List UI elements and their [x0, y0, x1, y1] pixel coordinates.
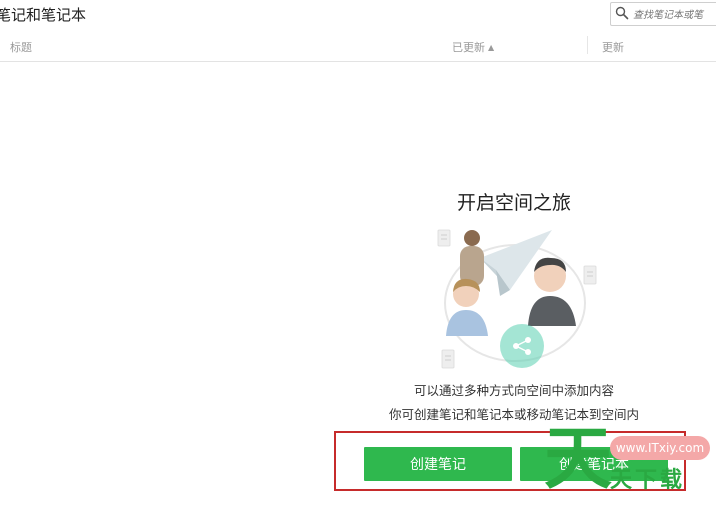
search-box[interactable]: [610, 2, 716, 26]
page-title: 笔记和笔记本: [0, 6, 87, 24]
empty-state-title: 开启空间之旅: [456, 192, 571, 214]
table-header: 标题 已更新 ▲ 更新: [0, 31, 716, 62]
empty-state-description-line1: 可以通过多种方式向空间中添加内容: [413, 383, 614, 398]
create-note-button[interactable]: 创建笔记: [364, 447, 512, 481]
sort-up-icon: ▲: [488, 43, 495, 52]
empty-state-description-line2: 你可创建笔记和笔记本或移动笔记本到空间内: [388, 407, 639, 422]
people-paper-plane-share-illustration: [437, 229, 597, 369]
column-updated-secondary[interactable]: 更新: [602, 39, 624, 55]
column-updated[interactable]: 已更新 ▲: [452, 39, 494, 55]
create-notebook-button[interactable]: 创建笔记本: [520, 447, 668, 481]
search-input[interactable]: [631, 5, 716, 25]
column-divider: [587, 36, 588, 54]
column-updated-label: 已更新: [452, 41, 485, 54]
column-title[interactable]: 标题: [10, 39, 32, 55]
page-header: 笔记和笔记本: [0, 0, 716, 30]
search-icon: [615, 6, 629, 20]
